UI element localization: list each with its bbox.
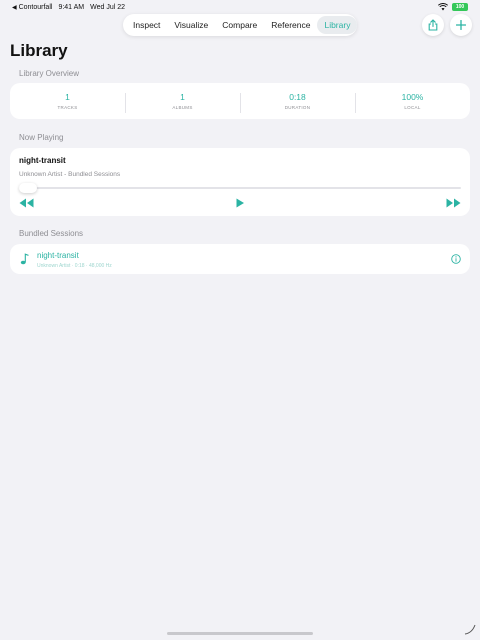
battery-icon: 100 xyxy=(452,3,468,11)
back-to-app-link[interactable]: ◀ Contourfall xyxy=(12,4,52,11)
share-button[interactable] xyxy=(422,14,444,36)
stat-tracks: 1 TRACKS xyxy=(10,92,125,110)
now-playing-card: night-transit Unknown Artist - Bundled S… xyxy=(10,148,470,216)
rewind-icon[interactable] xyxy=(19,198,34,208)
top-actions xyxy=(422,14,472,36)
stat-label: TRACKS xyxy=(57,105,78,110)
session-meta: Unknown Artist · 0:18 · 48,000 Hz xyxy=(37,263,112,269)
status-date: Wed Jul 22 xyxy=(90,4,126,11)
status-time: 9:41 AM xyxy=(58,4,85,11)
stat-label: ALBUMS xyxy=(172,105,193,110)
stat-value: 1 xyxy=(180,92,185,102)
now-playing-section-title: Now Playing xyxy=(19,133,64,142)
now-playing-subtitle: Unknown Artist - Bundled Sessions xyxy=(19,171,121,178)
sessions-section-title: Bundled Sessions xyxy=(19,229,84,238)
overview-section-title: Library Overview xyxy=(19,69,80,78)
playback-scrubber-handle[interactable] xyxy=(19,183,37,193)
stat-label: LOCAL xyxy=(404,105,421,110)
status-right: 100 xyxy=(438,3,468,11)
play-icon[interactable] xyxy=(235,198,245,208)
home-indicator[interactable] xyxy=(167,632,313,635)
session-list-item[interactable]: night-transit Unknown Artist · 0:18 · 48… xyxy=(10,244,470,274)
stat-value: 1 xyxy=(65,92,70,102)
tab-reference[interactable]: Reference xyxy=(264,16,317,34)
tab-library[interactable]: Library xyxy=(317,16,358,34)
tab-inspect[interactable]: Inspect xyxy=(126,16,167,34)
resize-corner-icon xyxy=(464,624,476,635)
stat-value: 0:18 xyxy=(289,92,306,102)
stat-albums: 1 ALBUMS xyxy=(125,92,240,113)
music-note-icon xyxy=(20,253,29,265)
wifi-icon xyxy=(438,3,448,11)
stat-label: DURATION xyxy=(284,105,311,110)
share-icon xyxy=(428,19,438,31)
status-bar: ◀ Contourfall 9:41 AM Wed Jul 22 100 xyxy=(0,0,480,14)
page-title: Library xyxy=(10,41,68,60)
add-button[interactable] xyxy=(450,14,472,36)
now-playing-title: night-transit xyxy=(19,156,66,165)
back-arrow-icon: ◀ xyxy=(12,5,17,11)
stat-duration: 0:18 DURATION xyxy=(240,92,355,113)
stat-local: 100% LOCAL xyxy=(355,92,470,113)
tab-compare[interactable]: Compare xyxy=(215,16,264,34)
tab-bar: Inspect Visualize Compare Reference Libr… xyxy=(123,14,358,36)
back-app-label: Contourfall xyxy=(18,4,53,11)
session-title: night-transit xyxy=(37,251,79,260)
plus-icon xyxy=(456,20,466,30)
status-left: ◀ Contourfall 9:41 AM Wed Jul 22 xyxy=(12,4,125,11)
stat-value: 100% xyxy=(401,92,424,102)
overview-card: 1 TRACKS 1 ALBUMS 0:18 DURATION 100% LOC… xyxy=(10,83,470,119)
tab-visualize[interactable]: Visualize xyxy=(167,16,215,34)
fast-forward-icon[interactable] xyxy=(446,198,461,208)
playback-progress-track[interactable] xyxy=(19,187,461,189)
info-icon[interactable] xyxy=(451,254,461,264)
